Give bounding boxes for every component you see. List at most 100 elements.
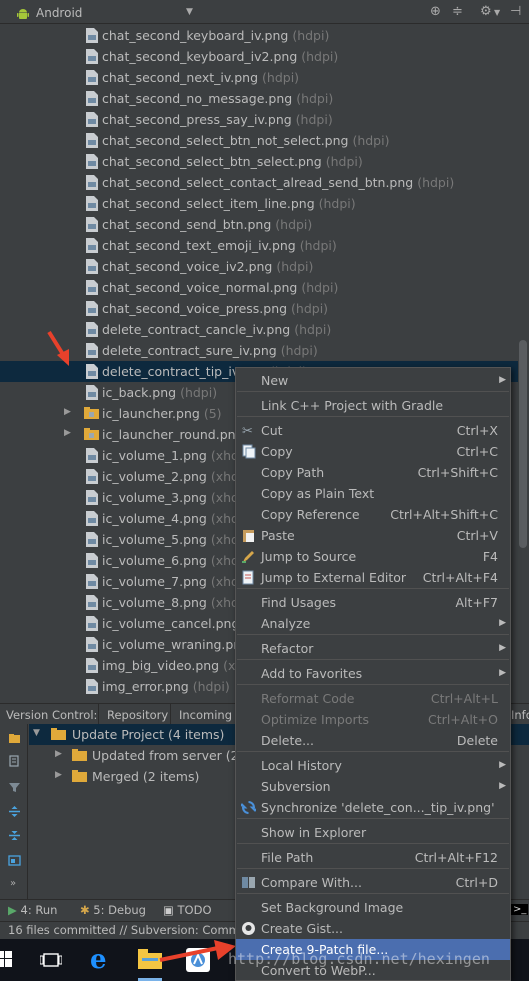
menu-item-find-usages[interactable]: Find Usages Alt+F7 (236, 592, 510, 613)
tree-file-label: chat_second_voice_normal.png (hdpi) (102, 280, 338, 295)
tab-info[interactable]: Info (511, 708, 529, 722)
file-density: (hdpi) (301, 280, 339, 295)
menu-item-label: Find Usages (261, 595, 337, 610)
menu-item-local-history[interactable]: Local History ▶ (236, 755, 510, 776)
menu-item-create-gist[interactable]: Create Gist... (236, 918, 510, 939)
image-file-icon (86, 469, 98, 484)
tree-file-row[interactable]: chat_second_press_say_iv.png (hdpi) (0, 109, 518, 130)
menu-separator (237, 416, 509, 417)
edge-browser-icon[interactable]: e (90, 945, 107, 975)
image-file-icon (86, 280, 98, 295)
chevron-down-icon[interactable]: ▼ (494, 8, 500, 17)
menu-item-refactor[interactable]: Refactor ▶ (236, 638, 510, 659)
tree-file-row[interactable]: chat_second_voice_press.png (hdpi) (0, 298, 518, 319)
tree-file-label: chat_second_select_contact_alread_send_b… (102, 175, 454, 190)
tree-file-row[interactable]: chat_second_no_message.png (hdpi) (0, 88, 518, 109)
menu-item-label: Add to Favorites (261, 666, 363, 681)
chevron-right-icon[interactable]: ▶ (64, 407, 71, 417)
debug-tool-button[interactable]: ✱ 5: Debug (80, 903, 146, 917)
menu-item-copy-plain[interactable]: Copy as Plain Text (236, 483, 510, 504)
file-name: ic_launcher_round.png (102, 427, 244, 442)
terminal-icon[interactable]: >_ (511, 904, 529, 915)
tree-file-label: chat_second_next_iv.png (hdpi) (102, 70, 299, 85)
tree-file-label: ic_launcher.png (5) (102, 406, 222, 421)
menu-item-show-explorer[interactable]: Show in Explorer (236, 822, 510, 843)
tree-file-row[interactable]: chat_second_keyboard_iv2.png (hdpi) (0, 46, 518, 67)
tree-file-row[interactable]: chat_second_send_btn.png (hdpi) (0, 214, 518, 235)
scrollbar-thumb[interactable] (519, 340, 527, 548)
file-name: chat_second_press_say_iv.png (102, 112, 292, 127)
tree-file-row[interactable]: delete_contract_cancle_iv.png (hdpi) (0, 319, 518, 340)
vc-tool-strip: » (0, 724, 28, 899)
tree-file-row[interactable]: chat_second_select_btn_not_select.png (h… (0, 130, 518, 151)
task-view-icon[interactable] (40, 952, 62, 968)
image-file-icon (86, 511, 98, 526)
menu-item-delete[interactable]: Delete... Delete (236, 730, 510, 751)
menu-item-compare[interactable]: Compare With... Ctrl+D (236, 872, 510, 893)
tree-file-row[interactable]: chat_second_next_iv.png (hdpi) (0, 67, 518, 88)
menu-item-subversion[interactable]: Subversion ▶ (236, 776, 510, 797)
tree-file-label: chat_second_no_message.png (hdpi) (102, 91, 333, 106)
menu-item-file-path[interactable]: File Path Ctrl+Alt+F12 (236, 847, 510, 868)
submenu-arrow-icon: ▶ (499, 760, 506, 770)
expand-all-icon[interactable] (8, 805, 21, 818)
menu-item-cut[interactable]: ✂ Cut Ctrl+X (236, 420, 510, 441)
folder-icon[interactable] (8, 732, 21, 745)
preview-icon[interactable] (8, 854, 21, 867)
file-density: (hdpi) (296, 91, 334, 106)
menu-item-shortcut: Ctrl+Alt+Shift+C (390, 507, 498, 522)
menu-item-reformat[interactable]: Reformat Code Ctrl+Alt+L (236, 688, 510, 709)
tree-file-row[interactable]: chat_second_text_emoji_iv.png (hdpi) (0, 235, 518, 256)
menu-item-copy-reference[interactable]: Copy Reference Ctrl+Alt+Shift+C (236, 504, 510, 525)
collapse-all-icon[interactable] (8, 829, 21, 842)
menu-item-new[interactable]: New ▶ (236, 370, 510, 391)
gear-icon[interactable]: ⚙ (480, 4, 492, 19)
menu-item-jump-external[interactable]: Jump to External Editor Ctrl+Alt+F4 (236, 567, 510, 588)
run-tool-button[interactable]: ▶ 4: Run (8, 903, 57, 917)
file-name: ic_volume_cancel.png (102, 616, 240, 631)
filter-icon[interactable] (8, 781, 21, 794)
file-density: (hdpi) (262, 70, 300, 85)
vc-root-label: Update Project (4 items) (72, 727, 225, 742)
menu-item-set-background[interactable]: Set Background Image (236, 897, 510, 918)
collapse-all-icon[interactable]: ≑ (452, 4, 463, 19)
tab-repository[interactable]: Repository (98, 704, 176, 725)
menu-separator (237, 634, 509, 635)
tab-incoming[interactable]: Incoming (170, 704, 240, 725)
file-density: (hdpi) (299, 238, 337, 253)
menu-separator (237, 751, 509, 752)
menu-item-optimize-imports[interactable]: Optimize Imports Ctrl+Alt+O (236, 709, 510, 730)
file-name: chat_second_text_emoji_iv.png (102, 238, 296, 253)
tree-file-row[interactable]: chat_second_select_item_line.png (hdpi) (0, 193, 518, 214)
group-icon[interactable] (8, 755, 21, 768)
more-icon[interactable]: » (10, 878, 16, 889)
todo-tool-button[interactable]: ▣ TODO (163, 903, 212, 917)
tree-file-row[interactable]: chat_second_voice_normal.png (hdpi) (0, 277, 518, 298)
menu-item-analyze[interactable]: Analyze ▶ (236, 613, 510, 634)
tree-file-label: ic_volume_5.png (xhdpi) (102, 532, 255, 547)
menu-item-add-favorites[interactable]: Add to Favorites ▶ (236, 663, 510, 684)
tree-file-row[interactable]: chat_second_select_btn_select.png (hdpi) (0, 151, 518, 172)
menu-item-copy-path[interactable]: Copy Path Ctrl+Shift+C (236, 462, 510, 483)
menu-item-copy[interactable]: Copy Ctrl+C (236, 441, 510, 462)
menu-item-jump-source[interactable]: Jump to Source F4 (236, 546, 510, 567)
tree-file-label: img_error.png (hdpi) (102, 679, 230, 694)
project-view-selector[interactable]: Android ▼ (6, 2, 194, 22)
image-file-icon (86, 70, 98, 85)
sync-icon[interactable]: ⊕ (430, 4, 441, 19)
menu-item-paste[interactable]: Paste Ctrl+V (236, 525, 510, 546)
folder-icon (84, 428, 99, 440)
chevron-right-icon[interactable]: ▶ (64, 428, 71, 438)
tree-file-row[interactable]: chat_second_select_contact_alread_send_b… (0, 172, 518, 193)
menu-item-link-cpp[interactable]: Link C++ Project with Gradle (236, 395, 510, 416)
menu-item-synchronize[interactable]: Synchronize 'delete_con..._tip_iv.png' (236, 797, 510, 818)
windows-start-icon[interactable] (0, 951, 12, 967)
file-name: chat_second_select_btn_select.png (102, 154, 322, 169)
tree-file-row[interactable]: chat_second_keyboard_iv.png (hdpi) (0, 25, 518, 46)
svg-text:✂: ✂ (242, 424, 253, 438)
hide-panel-icon[interactable]: ⊣ (510, 4, 521, 19)
tree-file-row[interactable]: delete_contract_sure_iv.png (hdpi) (0, 340, 518, 361)
tree-file-label: ic_volume_1.png (xhdpi) (102, 448, 255, 463)
menu-item-label: Local History (261, 758, 342, 773)
tree-file-row[interactable]: chat_second_voice_iv2.png (hdpi) (0, 256, 518, 277)
